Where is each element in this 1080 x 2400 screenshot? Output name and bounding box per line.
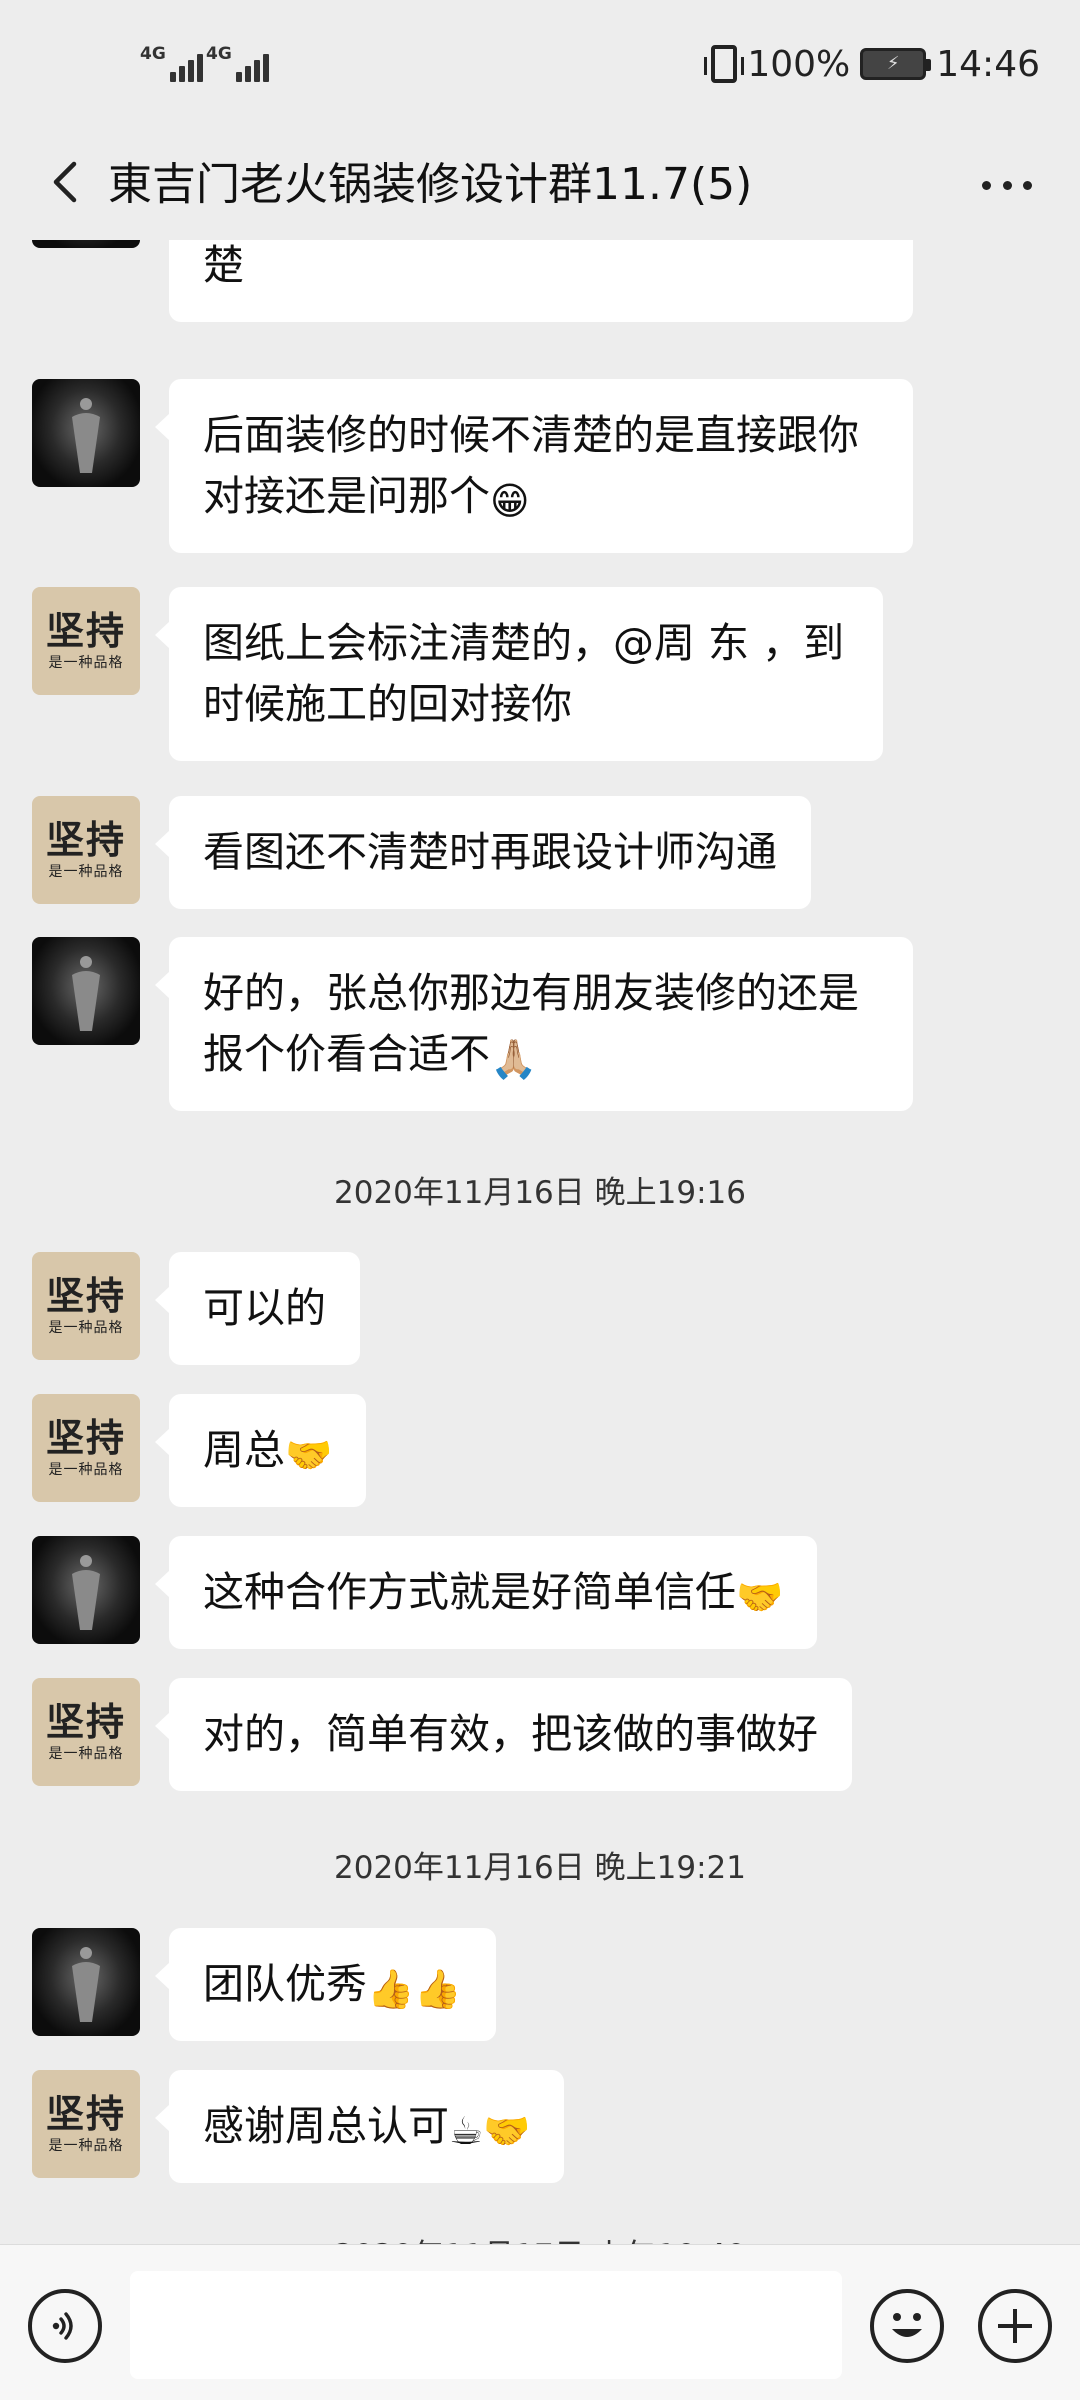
battery-percent: 100% [747, 43, 851, 85]
avatar[interactable] [32, 240, 140, 248]
network-type-label: 4G [206, 44, 232, 64]
message-text: 后面装修的时候不清楚的是直接跟你对接还是问那个 [203, 411, 859, 520]
avatar[interactable]: 坚持 是一种品格 [32, 2070, 140, 2178]
emoji-icon[interactable] [870, 2289, 944, 2363]
avatar-subtext: 是一种品格 [48, 1746, 124, 1762]
message-text: 看图还不清楚时再跟设计师沟通 [203, 828, 777, 876]
avatar-text: 坚持 [45, 818, 126, 862]
status-bar: 4G 4G 100% ⚡ 14:46 [0, 0, 1080, 130]
avatar-text: 坚持 [45, 2092, 126, 2136]
message-bubble[interactable]: 可以的 [155, 1252, 360, 1365]
title-bar: 東吉门老火锅装修设计群11.7(5) [0, 130, 1080, 240]
message-timestamp: 2020年11月16日 晚上19:21 [334, 1850, 746, 1886]
avatar[interactable] [32, 937, 140, 1045]
avatar-subtext: 是一种品格 [48, 864, 124, 880]
vibrate-icon [704, 45, 745, 83]
message-text: 可以的 [203, 1284, 326, 1332]
chat-screen: 4G 4G 100% ⚡ 14:46 東吉门老火锅装修设计群11.7(5) 楚 … [0, 0, 1080, 2400]
battery-icon: ⚡ [860, 48, 932, 80]
avatar-text: 坚持 [45, 1700, 126, 1744]
message-text: 感谢周总认可 [203, 2102, 449, 2150]
avatar[interactable] [32, 1536, 140, 1644]
message-text: 对的，简单有效，把该做的事做好 [203, 1710, 818, 1758]
grin-emoji-icon: 😁 [490, 479, 530, 523]
avatar[interactable] [32, 1928, 140, 2036]
message-bubble[interactable]: 这种合作方式就是好简单信任🤝 [154, 1536, 818, 1649]
avatar[interactable]: 坚持 是一种品格 [32, 1678, 140, 1786]
message-text: 这种合作方式就是好简单信任 [203, 1568, 736, 1616]
avatar-subtext: 是一种品格 [48, 655, 124, 671]
message-timestamp: 2020年11月16日 晚上19:16 [334, 1175, 746, 1211]
avatar-subtext: 是一种品格 [48, 1462, 124, 1478]
message-bubble[interactable]: 后面装修的时候不清楚的是直接跟你对接还是问那个😁 [155, 379, 913, 553]
message-bubble[interactable]: 周总🤝 [154, 1394, 367, 1507]
handshake-emoji-icon: 🤝 [736, 1575, 784, 1619]
clock: 14:46 [936, 43, 1040, 85]
avatar[interactable]: 坚持 是一种品格 [32, 587, 140, 695]
avatar[interactable]: 坚持 是一种品格 [32, 1252, 140, 1360]
add-attachment-icon[interactable] [978, 2289, 1052, 2363]
thumbs-up-emoji-icon: 👍👍 [367, 1967, 462, 2011]
avatar-text: 坚持 [45, 1274, 126, 1318]
message-list[interactable]: 我看了一个好的装修材料都不怎么清楚 后面装修的时候不清楚的是直接跟你对接还是问那… [0, 240, 1080, 2244]
back-icon[interactable] [40, 152, 100, 212]
voice-input-icon[interactable] [28, 2289, 102, 2363]
message-bubble[interactable]: 看图还不清楚时再跟设计师沟通 [155, 796, 811, 909]
chat-title: 東吉门老火锅装修设计群11.7(5) [108, 159, 753, 210]
message-text: 团队优秀 [203, 1960, 367, 2008]
pray-emoji-icon: 🙏🏼 [490, 1037, 538, 1081]
avatar-text: 坚持 [45, 1416, 126, 1460]
message-text: 图纸上会标注清楚的，@周 东 ，到时候施工的回对接你 [203, 619, 845, 728]
avatar-subtext: 是一种品格 [48, 1320, 124, 1336]
input-bar [0, 2244, 1080, 2400]
network-type-label: 4G [140, 44, 166, 64]
avatar-text: 坚持 [45, 609, 126, 653]
message-bubble[interactable]: 感谢周总认可☕🤝 [154, 2070, 565, 2183]
message-text: 我看了一个好的装修材料都不怎么清楚 [203, 241, 244, 289]
message-timestamp: 2020年11月17日 上午10:40 [0, 2230, 1080, 2244]
handshake-emoji-icon: 🤝 [285, 1433, 333, 1477]
message-bubble[interactable]: 我看了一个好的装修材料都不怎么清楚 [169, 240, 913, 322]
avatar[interactable]: 坚持 是一种品格 [32, 1394, 140, 1502]
message-bubble[interactable]: 对的，简单有效，把该做的事做好 [155, 1678, 852, 1791]
message-bubble[interactable]: 好的，张总你那边有朋友装修的还是报个价看合适不🙏🏼 [155, 937, 913, 1111]
more-options-icon[interactable] [970, 158, 1044, 212]
avatar[interactable]: 坚持 是一种品格 [32, 796, 140, 904]
avatar-subtext: 是一种品格 [48, 2138, 124, 2154]
avatar[interactable] [32, 379, 140, 487]
message-text: 周总 [203, 1426, 285, 1474]
coffee-handshake-emoji-icon: ☕🤝 [449, 2109, 531, 2153]
message-input[interactable] [130, 2271, 842, 2379]
message-bubble[interactable]: 团队优秀👍👍 [155, 1928, 496, 2041]
message-bubble[interactable]: 图纸上会标注清楚的，@周 东 ，到时候施工的回对接你 [155, 587, 883, 761]
